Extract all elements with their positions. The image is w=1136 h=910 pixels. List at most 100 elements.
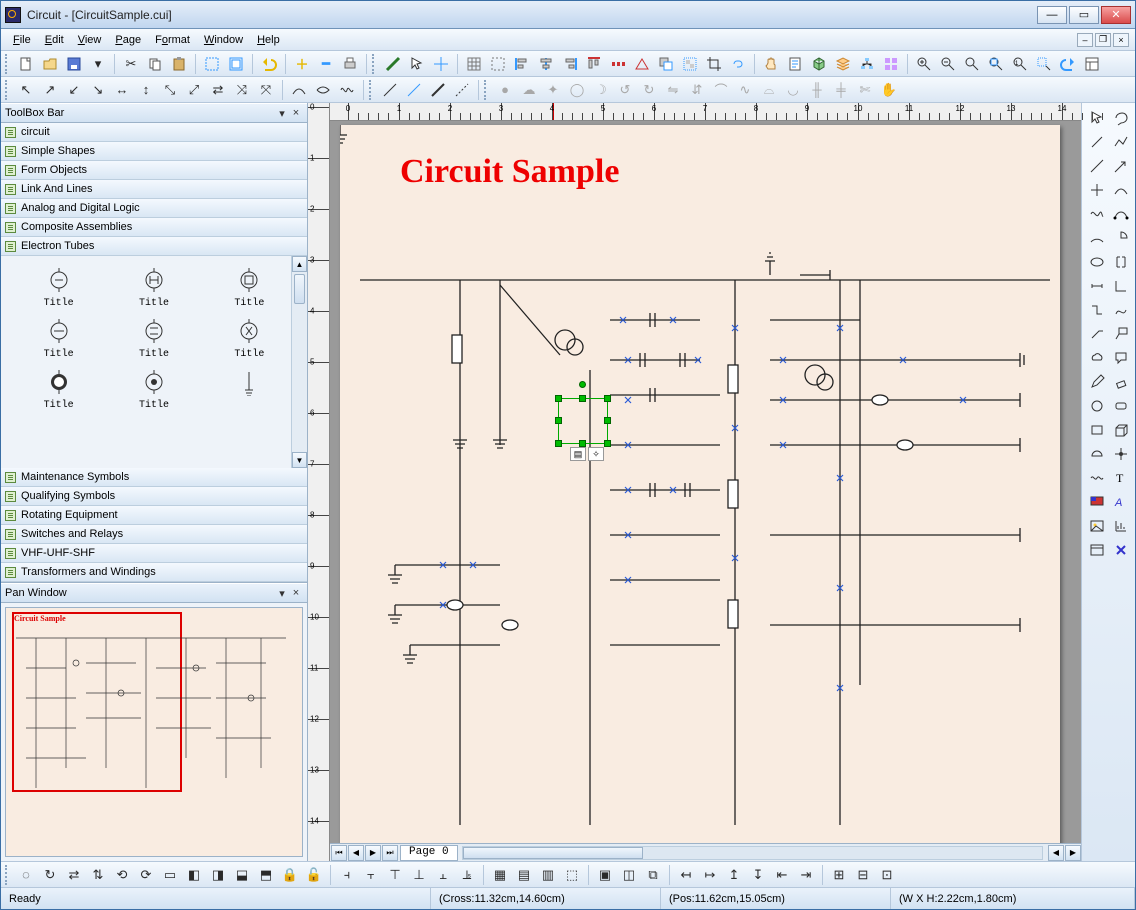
- wave[interactable]: [336, 79, 358, 101]
- tool-window[interactable]: [1086, 539, 1108, 561]
- sel-handle-e[interactable]: [604, 417, 611, 424]
- bottom-tool[interactable]: ◌: [15, 864, 37, 886]
- toolbox-close[interactable]: ×: [289, 107, 303, 119]
- bottom-tool[interactable]: ⫟: [360, 864, 382, 886]
- tool-callout-line[interactable]: [1086, 323, 1108, 345]
- link-button[interactable]: [727, 53, 749, 75]
- tool-image[interactable]: [1086, 515, 1108, 537]
- tool-connector-h[interactable]: [1086, 275, 1108, 297]
- tool-bezier[interactable]: [1110, 203, 1132, 225]
- toolbox-category[interactable]: Composite Assemblies: [1, 218, 307, 237]
- tool-connector-l[interactable]: [1110, 275, 1132, 297]
- crosshair-button[interactable]: [430, 53, 452, 75]
- arrow-ne[interactable]: ↗: [39, 79, 61, 101]
- tool-cloud[interactable]: [1086, 347, 1108, 369]
- bottom-tool[interactable]: ⧉: [642, 864, 664, 886]
- bottom-tool[interactable]: 🔒: [279, 864, 301, 886]
- rotate-ccw[interactable]: ↺: [614, 79, 636, 101]
- sel-handle-nw[interactable]: [555, 395, 562, 402]
- shape-circle[interactable]: ●: [494, 79, 516, 101]
- page-prev[interactable]: ◀: [348, 845, 364, 861]
- join1[interactable]: ╫: [806, 79, 828, 101]
- zoomfit-button[interactable]: [985, 53, 1007, 75]
- undo-button[interactable]: [258, 53, 280, 75]
- arrow-lr[interactable]: ↔: [111, 79, 133, 101]
- tool-pencil[interactable]: [1086, 371, 1108, 393]
- add-button[interactable]: ＋: [291, 53, 313, 75]
- bottom-tool[interactable]: ⇅: [87, 864, 109, 886]
- bottom-tool[interactable]: ⇥: [795, 864, 817, 886]
- arrow-se[interactable]: ↘: [87, 79, 109, 101]
- bottom-tool[interactable]: ◨: [207, 864, 229, 886]
- tool-roundrect[interactable]: [1110, 395, 1132, 417]
- page-next[interactable]: ▶: [365, 845, 381, 861]
- 3d-button[interactable]: [808, 53, 830, 75]
- bottom-tool[interactable]: ⫡: [456, 864, 478, 886]
- tool-polyline[interactable]: [1110, 131, 1132, 153]
- toolbox-category[interactable]: Maintenance Symbols: [1, 468, 307, 487]
- tool-eraser[interactable]: [1110, 371, 1132, 393]
- menu-help[interactable]: Help: [251, 32, 286, 48]
- copy-button[interactable]: [144, 53, 166, 75]
- sel-handle-w[interactable]: [555, 417, 562, 424]
- page-first[interactable]: ⏮: [331, 845, 347, 861]
- shape-ring[interactable]: ◯: [566, 79, 588, 101]
- tool-wave2[interactable]: [1086, 467, 1108, 489]
- tool-callout-box[interactable]: [1110, 323, 1132, 345]
- bottom-tool[interactable]: ⟲: [111, 864, 133, 886]
- remove-button[interactable]: ━: [315, 53, 337, 75]
- properties-button[interactable]: [1081, 53, 1103, 75]
- selectall-button[interactable]: [201, 53, 223, 75]
- bottom-tool[interactable]: ↧: [747, 864, 769, 886]
- page-last[interactable]: ⏭: [382, 845, 398, 861]
- flip-v[interactable]: ⇵: [686, 79, 708, 101]
- bottom-tool[interactable]: ▭: [159, 864, 181, 886]
- h-scroll-left[interactable]: ◀: [1048, 845, 1064, 861]
- menu-page[interactable]: Page: [109, 32, 147, 48]
- document-button[interactable]: [784, 53, 806, 75]
- toolbox-shape[interactable]: Title: [15, 317, 102, 360]
- toolbar-grip[interactable]: [5, 54, 11, 74]
- page-tab[interactable]: Page 0: [400, 845, 458, 861]
- toolbox-category[interactable]: Qualifying Symbols: [1, 487, 307, 506]
- arc2[interactable]: ∿: [734, 79, 756, 101]
- toolbox-shape[interactable]: Title: [15, 266, 102, 309]
- bottom-tool[interactable]: ⇤: [771, 864, 793, 886]
- arc4[interactable]: ◡: [782, 79, 804, 101]
- tool-close-x[interactable]: [1110, 539, 1132, 561]
- layers-button[interactable]: [655, 53, 677, 75]
- tool-bracket[interactable]: [1110, 251, 1132, 273]
- group-button[interactable]: [679, 53, 701, 75]
- tool-spline[interactable]: [1086, 203, 1108, 225]
- menu-edit[interactable]: Edit: [39, 32, 70, 48]
- align-center-button[interactable]: [535, 53, 557, 75]
- tool-ellipse[interactable]: [1086, 251, 1108, 273]
- arrow-diag2[interactable]: ⤢: [183, 79, 205, 101]
- tool-line-nw[interactable]: [1086, 131, 1108, 153]
- maximize-button[interactable]: ▭: [1069, 6, 1099, 24]
- toolbox-shape[interactable]: Title: [110, 368, 197, 411]
- tool-rect[interactable]: [1086, 419, 1108, 441]
- curve2[interactable]: [312, 79, 334, 101]
- zoomout-button[interactable]: [937, 53, 959, 75]
- panwindow-canvas[interactable]: Circuit Sample: [5, 607, 303, 857]
- zoomin-button[interactable]: [913, 53, 935, 75]
- connector-diag[interactable]: ⤨: [231, 79, 253, 101]
- snap-button[interactable]: [487, 53, 509, 75]
- toolbox-category[interactable]: Analog and Digital Logic: [1, 199, 307, 218]
- line3[interactable]: [427, 79, 449, 101]
- line4[interactable]: [451, 79, 473, 101]
- print-button[interactable]: [339, 53, 361, 75]
- crop-button[interactable]: [703, 53, 725, 75]
- zoom-button[interactable]: [961, 53, 983, 75]
- tool-curve[interactable]: [1110, 179, 1132, 201]
- bottom-tool[interactable]: ⊡: [876, 864, 898, 886]
- open-button[interactable]: [39, 53, 61, 75]
- bottom-tool[interactable]: 🔓: [303, 864, 325, 886]
- distribute-button[interactable]: [607, 53, 629, 75]
- panwindow-menu[interactable]: ▾: [275, 587, 289, 600]
- align-right-button[interactable]: [559, 53, 581, 75]
- bottom-tool[interactable]: ⫞: [336, 864, 358, 886]
- cut-button[interactable]: ✂: [120, 53, 142, 75]
- shape-cloud[interactable]: ☁: [518, 79, 540, 101]
